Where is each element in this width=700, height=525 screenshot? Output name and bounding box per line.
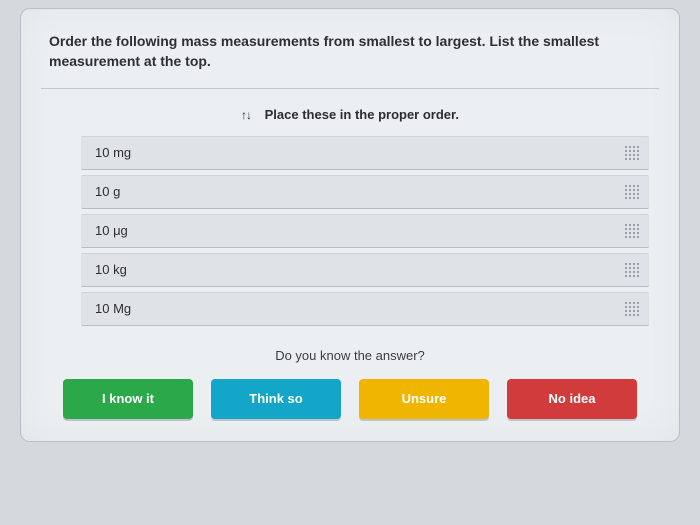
drag-handle-icon[interactable] bbox=[625, 302, 639, 316]
list-item[interactable]: 10 μg bbox=[81, 214, 649, 248]
instruction-text: Place these in the proper order. bbox=[265, 107, 459, 122]
drag-handle-icon[interactable] bbox=[625, 146, 639, 160]
drag-handle-icon[interactable] bbox=[625, 263, 639, 277]
list-item[interactable]: 10 mg bbox=[81, 136, 649, 170]
no-idea-button[interactable]: No idea bbox=[507, 379, 637, 419]
list-item[interactable]: 10 Mg bbox=[81, 292, 649, 326]
unsure-button[interactable]: Unsure bbox=[359, 379, 489, 419]
item-label: 10 mg bbox=[95, 145, 131, 160]
drag-handle-icon[interactable] bbox=[625, 185, 639, 199]
item-label: 10 g bbox=[95, 184, 120, 199]
item-label: 10 μg bbox=[95, 223, 128, 238]
divider bbox=[41, 88, 659, 89]
drag-handle-icon[interactable] bbox=[625, 224, 639, 238]
i-know-it-button[interactable]: I know it bbox=[63, 379, 193, 419]
question-text: Order the following mass measurements fr… bbox=[21, 31, 679, 88]
order-instruction: ↑↓ Place these in the proper order. bbox=[21, 107, 679, 122]
sortable-list: 10 mg 10 g 10 μg 10 kg 10 Mg bbox=[21, 136, 679, 326]
item-label: 10 kg bbox=[95, 262, 127, 277]
question-card: Order the following mass measurements fr… bbox=[20, 8, 680, 442]
list-item[interactable]: 10 kg bbox=[81, 253, 649, 287]
think-so-button[interactable]: Think so bbox=[211, 379, 341, 419]
list-item[interactable]: 10 g bbox=[81, 175, 649, 209]
confirm-prompt: Do you know the answer? bbox=[21, 348, 679, 363]
item-label: 10 Mg bbox=[95, 301, 131, 316]
sort-arrows-icon: ↑↓ bbox=[241, 108, 251, 122]
confidence-buttons: I know it Think so Unsure No idea bbox=[21, 379, 679, 419]
